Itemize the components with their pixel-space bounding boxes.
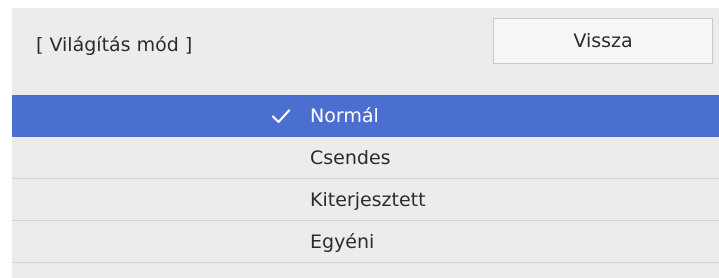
option-label: Normál (310, 105, 379, 127)
option-label: Kiterjesztett (310, 188, 426, 211)
option-kiterjesztett[interactable]: Kiterjesztett (12, 179, 719, 221)
option-egyeni[interactable]: Egyéni (12, 221, 719, 263)
option-label: Csendes (310, 146, 391, 169)
light-mode-option-list: Normál Csendes Kiterjesztett Egyéni (12, 95, 719, 263)
checkmark-icon (271, 109, 291, 124)
light-mode-panel: [ Világítás mód ] Vissza Normál Csendes … (12, 8, 719, 278)
option-label: Egyéni (310, 230, 375, 253)
option-csendes[interactable]: Csendes (12, 137, 719, 179)
back-button[interactable]: Vissza (493, 18, 713, 64)
option-normal[interactable]: Normál (12, 95, 719, 137)
panel-title: [ Világítás mód ] (36, 34, 193, 56)
